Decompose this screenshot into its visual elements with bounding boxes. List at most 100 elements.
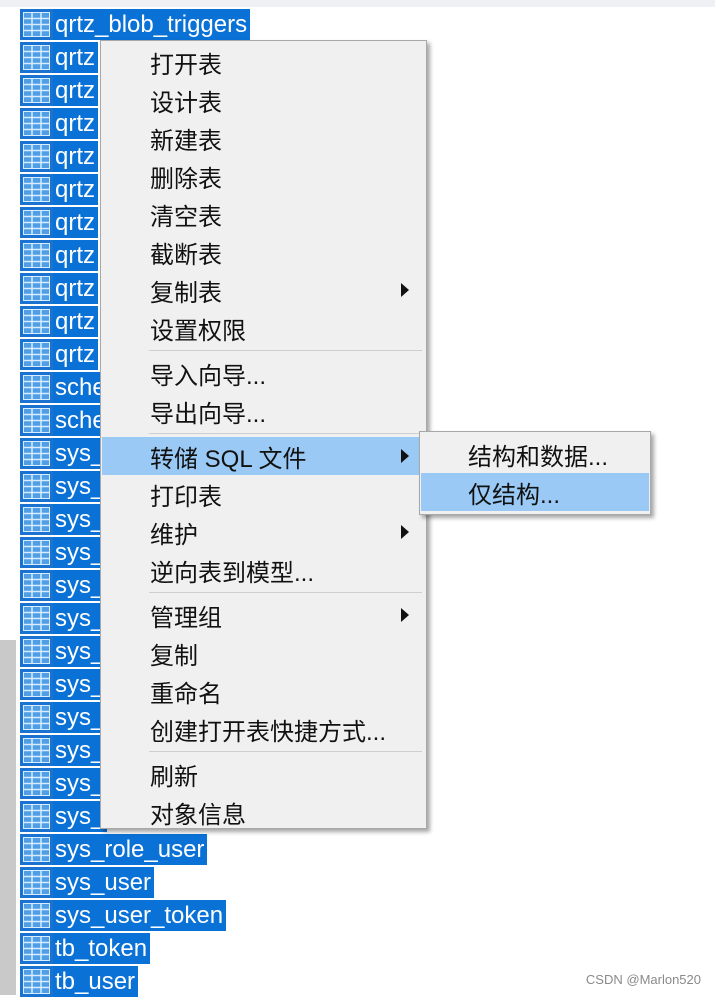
menu-item[interactable]: 对象信息 xyxy=(102,793,425,831)
table-row[interactable]: sys_ xyxy=(20,603,108,634)
table-row[interactable]: sys_ xyxy=(20,537,108,568)
table-grid-icon xyxy=(20,603,53,634)
table-row[interactable]: qrtz xyxy=(20,42,99,73)
table-grid-icon xyxy=(20,438,53,469)
table-row[interactable]: sys_ xyxy=(20,702,108,733)
menu-item[interactable]: 截断表 xyxy=(102,233,425,271)
table-row[interactable]: sys_ xyxy=(20,669,108,700)
menu-item[interactable]: 清空表 xyxy=(102,195,425,233)
table-grid-icon xyxy=(20,9,53,40)
table-row[interactable]: sys_ xyxy=(20,504,108,535)
menu-item[interactable]: 导出向导... xyxy=(102,392,425,430)
table-name: sys_user xyxy=(53,867,155,898)
menu-item-label: 刷新 xyxy=(150,763,198,791)
table-grid-icon xyxy=(20,240,53,271)
table-row[interactable]: sche xyxy=(20,372,109,403)
submenu-arrow-icon xyxy=(401,283,409,297)
table-row[interactable]: sys_ xyxy=(20,735,108,766)
menu-item[interactable]: 刷新 xyxy=(102,755,425,793)
menu-item-label: 导入向导... xyxy=(150,362,267,390)
submenu-item[interactable]: 仅结构... xyxy=(421,473,649,511)
table-row[interactable]: sys_ xyxy=(20,438,108,469)
table-grid-icon xyxy=(20,174,53,205)
menu-item[interactable]: 转储 SQL 文件 xyxy=(102,437,425,475)
menu-item[interactable]: 设计表 xyxy=(102,81,425,119)
table-grid-icon xyxy=(20,933,53,964)
menu-item[interactable]: 删除表 xyxy=(102,157,425,195)
menu-item-label: 清空表 xyxy=(150,203,222,231)
menu-item[interactable]: 逆向表到模型... xyxy=(102,551,425,589)
table-row[interactable]: sys_ xyxy=(20,636,108,667)
watermark: CSDN @Marlon520 xyxy=(585,972,701,987)
table-row[interactable]: qrtz xyxy=(20,339,99,370)
table-grid-icon xyxy=(20,141,53,172)
table-row[interactable]: tb_token xyxy=(20,933,151,964)
table-grid-icon xyxy=(20,801,53,832)
table-name: qrtz_blob_triggers xyxy=(53,9,251,40)
menu-item[interactable]: 复制 xyxy=(102,634,425,672)
menu-item[interactable]: 创建打开表快捷方式... xyxy=(102,710,425,748)
table-row[interactable]: qrtz xyxy=(20,141,99,172)
table-row[interactable]: qrtz xyxy=(20,174,99,205)
menu-item[interactable]: 重命名 xyxy=(102,672,425,710)
table-grid-icon xyxy=(20,669,53,700)
table-name: qrtz xyxy=(53,108,99,139)
menu-item-label: 维护 xyxy=(150,521,198,549)
table-grid-icon xyxy=(20,768,53,799)
table-grid-icon xyxy=(20,339,53,370)
submenu-arrow-icon xyxy=(401,608,409,622)
table-name: qrtz xyxy=(53,240,99,271)
menu-item[interactable]: 打开表 xyxy=(102,43,425,81)
table-row[interactable]: sche xyxy=(20,405,109,436)
menu-item-label: 打开表 xyxy=(150,51,222,79)
table-name: qrtz xyxy=(53,141,99,172)
table-row[interactable]: sys_role_user xyxy=(20,834,208,865)
table-row[interactable]: sys_ xyxy=(20,570,108,601)
table-row[interactable]: qrtz xyxy=(20,75,99,106)
table-name: qrtz xyxy=(53,75,99,106)
submenu-arrow-icon xyxy=(401,525,409,539)
table-grid-icon xyxy=(20,570,53,601)
menu-item-label: 新建表 xyxy=(150,127,222,155)
menu-item-label: 复制 xyxy=(150,642,198,670)
dump-sql-submenu: 结构和数据... 仅结构... xyxy=(419,431,651,515)
menu-item[interactable]: 管理组 xyxy=(102,596,425,634)
menu-item[interactable]: 导入向导... xyxy=(102,354,425,392)
menu-item-label: 设置权限 xyxy=(150,317,246,345)
menu-item-label: 管理组 xyxy=(150,604,222,632)
menu-item[interactable]: 新建表 xyxy=(102,119,425,157)
menu-item[interactable]: 打印表 xyxy=(102,475,425,513)
submenu-item[interactable]: 结构和数据... xyxy=(421,435,649,473)
table-name: sys_user_token xyxy=(53,900,227,931)
table-row[interactable]: qrtz xyxy=(20,306,99,337)
table-row[interactable]: qrtz xyxy=(20,108,99,139)
table-row[interactable]: qrtz xyxy=(20,240,99,271)
menu-separator xyxy=(149,751,422,752)
table-grid-icon xyxy=(20,273,53,304)
table-row[interactable]: qrtz_blob_triggers xyxy=(20,9,251,40)
table-row[interactable]: tb_user xyxy=(20,966,139,997)
table-row[interactable]: sys_ xyxy=(20,768,108,799)
table-row[interactable]: sys_user_token xyxy=(20,900,227,931)
table-name: qrtz xyxy=(53,273,99,304)
table-grid-icon xyxy=(20,735,53,766)
menu-item-label: 打印表 xyxy=(150,483,222,511)
menu-item-label: 删除表 xyxy=(150,165,222,193)
table-row[interactable]: qrtz xyxy=(20,207,99,238)
menu-separator xyxy=(149,433,422,434)
table-row[interactable]: sys_ xyxy=(20,801,108,832)
table-row[interactable]: qrtz xyxy=(20,273,99,304)
table-row[interactable]: sys_user xyxy=(20,867,155,898)
table-name: tb_user xyxy=(53,966,139,997)
table-name: qrtz xyxy=(53,339,99,370)
table-grid-icon xyxy=(20,108,53,139)
table-grid-icon xyxy=(20,867,53,898)
menu-item[interactable]: 维护 xyxy=(102,513,425,551)
table-grid-icon xyxy=(20,504,53,535)
table-grid-icon xyxy=(20,306,53,337)
table-row[interactable]: sys_ xyxy=(20,471,108,502)
menu-item[interactable]: 复制表 xyxy=(102,271,425,309)
table-name: sys_role_user xyxy=(53,834,208,865)
table-grid-icon xyxy=(20,207,53,238)
menu-item[interactable]: 设置权限 xyxy=(102,309,425,347)
